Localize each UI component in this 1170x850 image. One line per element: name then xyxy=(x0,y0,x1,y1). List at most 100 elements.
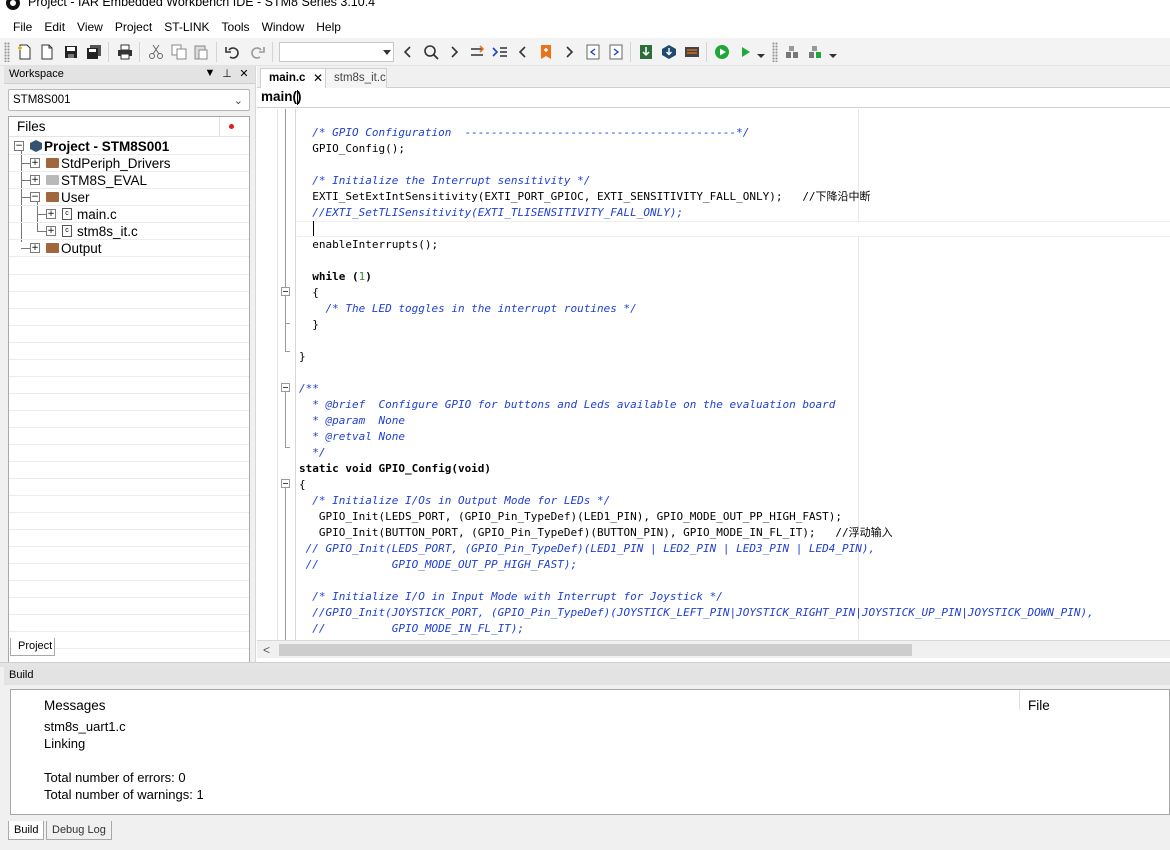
collapse-icon[interactable]: − xyxy=(30,192,40,202)
download-debug-icon[interactable] xyxy=(713,43,731,61)
find-in-files-icon[interactable] xyxy=(491,43,509,61)
prev-bookmark-icon[interactable] xyxy=(514,43,532,61)
pin-icon[interactable]: ⊥ xyxy=(220,67,234,80)
code-line[interactable]: GPIO_Config(); xyxy=(299,141,405,157)
line-gutter[interactable] xyxy=(257,109,278,640)
expand-icon[interactable]: + xyxy=(46,209,56,219)
toolbar-overflow-icon[interactable] xyxy=(828,43,838,61)
tree-item-project[interactable]: − Project - STM8S001 xyxy=(9,138,249,155)
search-icon[interactable] xyxy=(422,43,440,61)
code-line[interactable]: while (1) xyxy=(299,269,372,285)
debug-without-download-icon[interactable] xyxy=(736,43,754,61)
code-line[interactable]: /* Initialize I/Os in Output Mode for LE… xyxy=(299,493,610,509)
go-to-icon[interactable] xyxy=(468,43,486,61)
tree-item-stm8s-it-c[interactable]: + c stm8s_it.c xyxy=(9,223,249,240)
tab-main-c[interactable]: main.c ✕ xyxy=(260,68,326,88)
undo-icon[interactable] xyxy=(224,43,242,61)
code-line[interactable]: // GPIO_MODE_IN_FL_IT); xyxy=(299,621,524,637)
code-line[interactable]: /** xyxy=(299,381,319,397)
layout-add-icon[interactable] xyxy=(807,43,825,61)
code-line[interactable]: GPIO_Init(BUTTON_PORT, (GPIO_Pin_TypeDef… xyxy=(299,525,893,541)
build-message[interactable]: stm8s_uart1.c xyxy=(44,719,126,734)
file-column-header[interactable]: File xyxy=(1028,698,1050,713)
menu-project[interactable]: Project xyxy=(109,16,158,38)
code-line[interactable]: enableInterrupts(); xyxy=(299,237,438,253)
copy-icon[interactable] xyxy=(170,43,188,61)
menu-st-link[interactable]: ST-LINK xyxy=(158,16,215,38)
tree-item-user[interactable]: − User xyxy=(9,189,249,206)
expand-icon[interactable]: + xyxy=(30,158,40,168)
toolbar-grip[interactable] xyxy=(772,42,778,62)
toggle-bookmark-icon[interactable] xyxy=(537,43,555,61)
code-line[interactable]: * @retval None xyxy=(299,429,405,445)
compile-icon[interactable] xyxy=(637,43,655,61)
build-messages-list[interactable]: Messages File stm8s_uart1.c Linking Tota… xyxy=(10,689,1170,815)
collapse-icon[interactable]: − xyxy=(14,141,24,151)
navigate-forward-icon[interactable] xyxy=(607,43,625,61)
next-bookmark-icon[interactable] xyxy=(560,43,578,61)
tab-project[interactable]: Project xyxy=(10,638,55,656)
code-line[interactable]: /* Initialize the Interrupt sensitivity … xyxy=(299,173,590,189)
code-line[interactable]: /* Initialize I/O in Input Mode with Int… xyxy=(299,589,723,605)
redo-icon[interactable] xyxy=(248,43,266,61)
new-file-icon[interactable] xyxy=(16,43,34,61)
code-line[interactable]: //EXTI_SetTLISensitivity(EXTI_TLISENSITI… xyxy=(299,205,683,221)
cut-icon[interactable] xyxy=(147,43,165,61)
code-line[interactable]: EXTI_SetExtIntSensitivity(EXTI_PORT_GPIO… xyxy=(299,189,870,205)
build-message[interactable]: Total number of warnings: 1 xyxy=(44,787,204,802)
tab-stm8s-it-c[interactable]: stm8s_it.c xyxy=(325,68,387,88)
make-icon[interactable] xyxy=(660,43,678,61)
menu-tools[interactable]: Tools xyxy=(216,16,256,38)
messages-column-header[interactable]: Messages xyxy=(44,698,106,713)
code-line[interactable]: // GPIO_MODE_OUT_PP_HIGH_FAST); xyxy=(299,557,578,573)
code-editor[interactable]: /* GPIO Configuration ------------------… xyxy=(257,109,1170,640)
close-tab-icon[interactable]: ✕ xyxy=(313,71,323,85)
find-combo[interactable] xyxy=(279,42,394,62)
code-line[interactable]: // GPIO_Init(LEDS_PORT, (GPIO_Pin_TypeDe… xyxy=(299,541,876,557)
horizontal-scrollbar[interactable]: < xyxy=(257,640,1170,658)
scroll-left-icon[interactable]: < xyxy=(263,643,270,657)
stop-build-icon[interactable] xyxy=(683,43,701,61)
menu-window[interactable]: Window xyxy=(256,16,311,38)
tree-item-main-c[interactable]: + c main.c xyxy=(9,206,249,223)
workspace-menu-icon[interactable]: ▼ xyxy=(203,67,217,79)
toolbar-grip[interactable] xyxy=(4,42,10,62)
code-line[interactable]: * @param None xyxy=(299,413,405,429)
close-icon[interactable]: ✕ xyxy=(237,67,251,80)
code-line[interactable]: /* GPIO Configuration ------------------… xyxy=(299,125,749,141)
code-line[interactable]: * @brief Configure GPIO for buttons and … xyxy=(299,397,835,413)
layout-icon[interactable] xyxy=(784,43,802,61)
debug-dropdown-icon[interactable] xyxy=(756,43,766,61)
paste-icon[interactable] xyxy=(192,43,210,61)
scrollbar-thumb[interactable] xyxy=(279,644,912,656)
tree-item-stm8s-eval[interactable]: + STM8S_EVAL xyxy=(9,172,249,189)
code-line[interactable]: { xyxy=(299,477,306,493)
code-line[interactable]: } xyxy=(299,349,306,365)
save-all-icon[interactable] xyxy=(85,43,103,61)
tab-build[interactable]: Build xyxy=(8,821,45,840)
menu-file[interactable]: File xyxy=(7,16,38,38)
build-message[interactable]: Linking xyxy=(44,736,85,751)
navigate-back-icon[interactable] xyxy=(584,43,602,61)
code-line[interactable]: */ xyxy=(299,445,325,461)
expand-icon[interactable]: + xyxy=(30,175,40,185)
configuration-select[interactable]: STM8S001 ⌄ xyxy=(8,89,250,111)
expand-icon[interactable]: + xyxy=(30,243,40,253)
tab-debug-log[interactable]: Debug Log xyxy=(46,821,112,840)
menu-edit[interactable]: Edit xyxy=(38,16,71,38)
menu-view[interactable]: View xyxy=(71,16,109,38)
find-prev-icon[interactable] xyxy=(399,43,417,61)
code-line[interactable]: static void GPIO_Config(void) xyxy=(299,461,491,477)
code-line[interactable]: { xyxy=(299,285,319,301)
new-document-icon[interactable] xyxy=(38,43,56,61)
code-line[interactable]: /* The LED toggles in the interrupt rout… xyxy=(299,301,636,317)
code-line[interactable]: //GPIO_Init(JOYSTICK_PORT, (GPIO_Pin_Typ… xyxy=(299,605,1093,621)
function-navigation-bar[interactable]: main() xyxy=(257,88,1170,108)
expand-icon[interactable]: + xyxy=(46,226,56,236)
save-icon[interactable] xyxy=(62,43,80,61)
tree-item-output[interactable]: + Output xyxy=(9,240,249,257)
tree-item-stdperiph-drivers[interactable]: + StdPeriph_Drivers xyxy=(9,155,249,172)
build-message[interactable]: Total number of errors: 0 xyxy=(44,770,186,785)
find-next-icon[interactable] xyxy=(445,43,463,61)
menu-help[interactable]: Help xyxy=(310,16,347,38)
